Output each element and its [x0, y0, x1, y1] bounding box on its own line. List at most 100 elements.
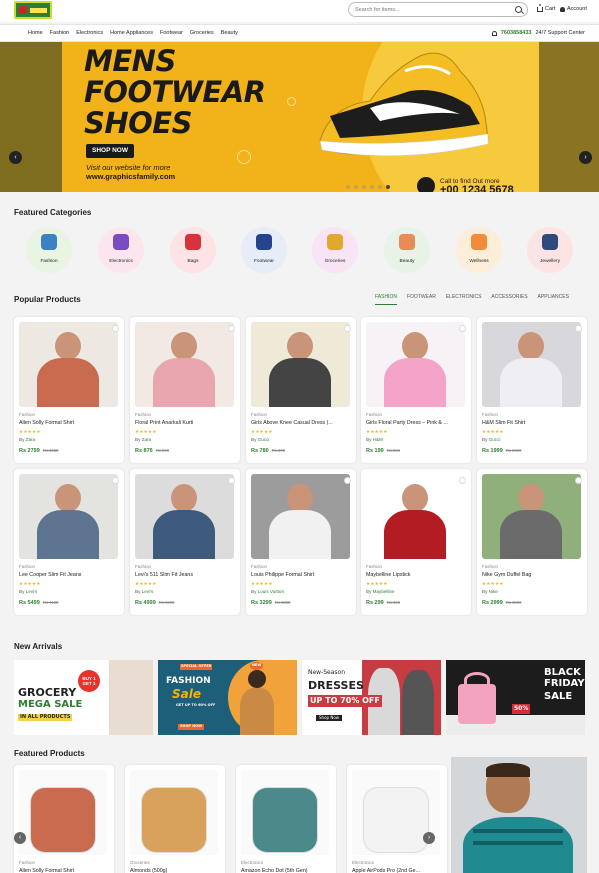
product-image[interactable] — [135, 322, 234, 407]
nav-item-home[interactable]: Home — [28, 30, 43, 36]
product-image[interactable] — [241, 770, 329, 855]
product-name[interactable]: Lee Cooper Slim Fit Jeans — [19, 572, 119, 578]
banner-fashion[interactable]: SPECIAL OFFER FASHION Sale GET UP TO 60%… — [158, 660, 297, 735]
banner-fashion-button[interactable]: SHOP NOW — [178, 724, 204, 730]
product-card[interactable]: Fashion Louis Philippe Formal Shirt ★★★★★ B… — [246, 469, 356, 615]
product-image[interactable] — [482, 474, 581, 559]
product-image[interactable] — [251, 322, 350, 407]
nav-item-fashion[interactable]: Fashion — [50, 30, 70, 36]
product-name[interactable]: Allen Solly Formal Shirt — [19, 420, 119, 426]
category-electronics[interactable]: Electronics — [98, 227, 144, 273]
category-beauty[interactable]: Beauty — [384, 227, 430, 273]
slider-dot[interactable] — [378, 185, 382, 189]
heart-icon[interactable] — [344, 325, 351, 332]
product-image[interactable] — [366, 322, 465, 407]
account-link[interactable]: Account — [560, 6, 587, 12]
product-name[interactable]: Girls Floral Party Dress – Pink & ... — [366, 420, 466, 426]
featured-product-card[interactable]: Electronics Apple AirPods Pro (2nd Ge... — [347, 765, 447, 873]
shop-now-button[interactable]: SHOP NOW — [86, 144, 134, 158]
product-name[interactable]: Floral Print Anarkali Kurti — [135, 420, 235, 426]
heart-icon[interactable] — [112, 477, 119, 484]
product-image[interactable] — [19, 770, 107, 855]
banner-black-friday[interactable]: BLACK FRIDAY SALE 50% — [446, 660, 585, 735]
featured-product-card[interactable]: Groceries Almonds (500g) — [125, 765, 225, 873]
product-card[interactable]: Fashion Levi's 511 Slim Fit Jeans ★★★★★ By … — [130, 469, 240, 615]
product-name[interactable]: Amazon Echo Dot (5th Gen) — [241, 868, 308, 873]
heart-icon[interactable] — [575, 477, 582, 484]
heart-icon[interactable] — [575, 325, 582, 332]
nav-item-beauty[interactable]: Beauty — [221, 30, 238, 36]
site-logo[interactable] — [14, 1, 52, 19]
heart-icon[interactable] — [344, 477, 351, 484]
product-image[interactable] — [135, 474, 234, 559]
product-image[interactable] — [366, 474, 465, 559]
search-input[interactable] — [355, 4, 505, 15]
nav-item-footwear[interactable]: Footwear — [160, 30, 183, 36]
product-card[interactable]: Fashion Girls Above Knee Casual Dress (..… — [246, 317, 356, 463]
chevron-left-icon[interactable]: ‹ — [9, 151, 22, 164]
slider-dot-active[interactable] — [386, 185, 390, 189]
product-card[interactable]: Fashion Allen Solly Formal Shirt ★★★★★ By Z… — [14, 317, 124, 463]
hero-slider[interactable]: MENS FOOTWEAR SHOES SHOP NOW Visit our w… — [0, 42, 599, 192]
tab-accessories[interactable]: ACCESSORIES — [491, 294, 527, 305]
product-image[interactable] — [482, 322, 581, 407]
jewellery-icon — [542, 234, 558, 250]
tab-footwear[interactable]: FOOTWEAR — [407, 294, 436, 305]
nav-item-groceries[interactable]: Groceries — [190, 30, 214, 36]
heart-icon[interactable] — [459, 325, 466, 332]
slider-dot[interactable] — [354, 185, 358, 189]
search-icon[interactable] — [515, 6, 522, 13]
product-card[interactable]: Fashion Nike Gym Duffel Bag ★★★★★ By Nike Rs… — [477, 469, 587, 615]
product-name[interactable]: Maybelline Lipstick — [366, 572, 466, 578]
banner-dresses[interactable]: New-Season DRESSES UP TO 70% OFF Shop No… — [302, 660, 441, 735]
heart-icon[interactable] — [228, 477, 235, 484]
category-footwear[interactable]: Footwear — [241, 227, 287, 273]
product-name[interactable]: H&M Slim Fit Shirt — [482, 420, 582, 426]
product-name[interactable]: Allen Solly Formal Shirt — [19, 868, 74, 873]
category-bags[interactable]: Bags — [170, 227, 216, 273]
nav-item-home-appliances[interactable]: Home Appliances — [110, 30, 153, 36]
product-card[interactable]: Fashion Girls Floral Party Dress – Pink &… — [361, 317, 471, 463]
chevron-right-icon[interactable]: › — [423, 832, 435, 844]
category-fashion[interactable]: Fashion — [26, 227, 72, 273]
product-name[interactable]: Levi's 511 Slim Fit Jeans — [135, 572, 235, 578]
featured-product-card[interactable]: Fashion Allen Solly Formal Shirt — [14, 765, 114, 873]
tab-appliances[interactable]: APPLIANCES — [538, 294, 569, 305]
support-phone[interactable]: 7603858433 — [501, 30, 532, 36]
category-wellness[interactable]: Wellness — [456, 227, 502, 273]
product-card[interactable]: Fashion Lee Cooper Slim Fit Jeans ★★★★★ By … — [14, 469, 124, 615]
featured-product-card[interactable]: Electronics Amazon Echo Dot (5th Gen) — [236, 765, 336, 873]
product-image[interactable] — [130, 770, 218, 855]
search-bar[interactable] — [348, 2, 528, 17]
cart-link[interactable]: Cart — [537, 3, 555, 12]
product-image[interactable] — [19, 474, 118, 559]
banner-dresses-button[interactable]: Shop Now — [316, 715, 343, 721]
product-image[interactable] — [251, 474, 350, 559]
slider-dot[interactable] — [362, 185, 366, 189]
tab-fashion[interactable]: FASHION — [375, 294, 397, 305]
hero-slide[interactable]: MENS FOOTWEAR SHOES SHOP NOW Visit our w… — [62, 42, 539, 192]
slider-dot[interactable] — [370, 185, 374, 189]
chevron-left-icon[interactable]: ‹ — [14, 832, 26, 844]
product-name[interactable]: Nike Gym Duffel Bag — [482, 572, 582, 578]
product-name[interactable]: Almonds (500g) — [130, 868, 167, 873]
heart-icon[interactable] — [228, 325, 235, 332]
chevron-right-icon[interactable]: › — [579, 151, 592, 164]
product-card[interactable]: Fashion Maybelline Lipstick ★★★★★ By Maybel… — [361, 469, 471, 615]
heart-icon[interactable] — [459, 477, 466, 484]
product-card[interactable]: Fashion Floral Print Anarkali Kurti ★★★★★ B… — [130, 317, 240, 463]
banner-grocery[interactable]: BUY 1 GET 1 GROCERY MEGA SALE IN ALL PRO… — [14, 660, 153, 735]
slider-dot[interactable] — [346, 185, 350, 189]
featured-promo-image[interactable] — [451, 757, 587, 873]
nav-item-electronics[interactable]: Electronics — [76, 30, 103, 36]
category-groceries[interactable]: Groceries — [312, 227, 358, 273]
heart-icon[interactable] — [112, 325, 119, 332]
tab-electronics[interactable]: ELECTRONICS — [446, 294, 482, 305]
product-name[interactable]: Girls Above Knee Casual Dress (... — [251, 420, 351, 426]
product-name[interactable]: Apple AirPods Pro (2nd Ge... — [352, 868, 420, 873]
product-image[interactable] — [19, 322, 118, 407]
category-jewellery[interactable]: Jewellery — [527, 227, 573, 273]
slider-dots[interactable] — [346, 185, 390, 189]
product-card[interactable]: Fashion H&M Slim Fit Shirt ★★★★★ By Gucci Rs… — [477, 317, 587, 463]
product-name[interactable]: Louis Philippe Formal Shirt — [251, 572, 351, 578]
